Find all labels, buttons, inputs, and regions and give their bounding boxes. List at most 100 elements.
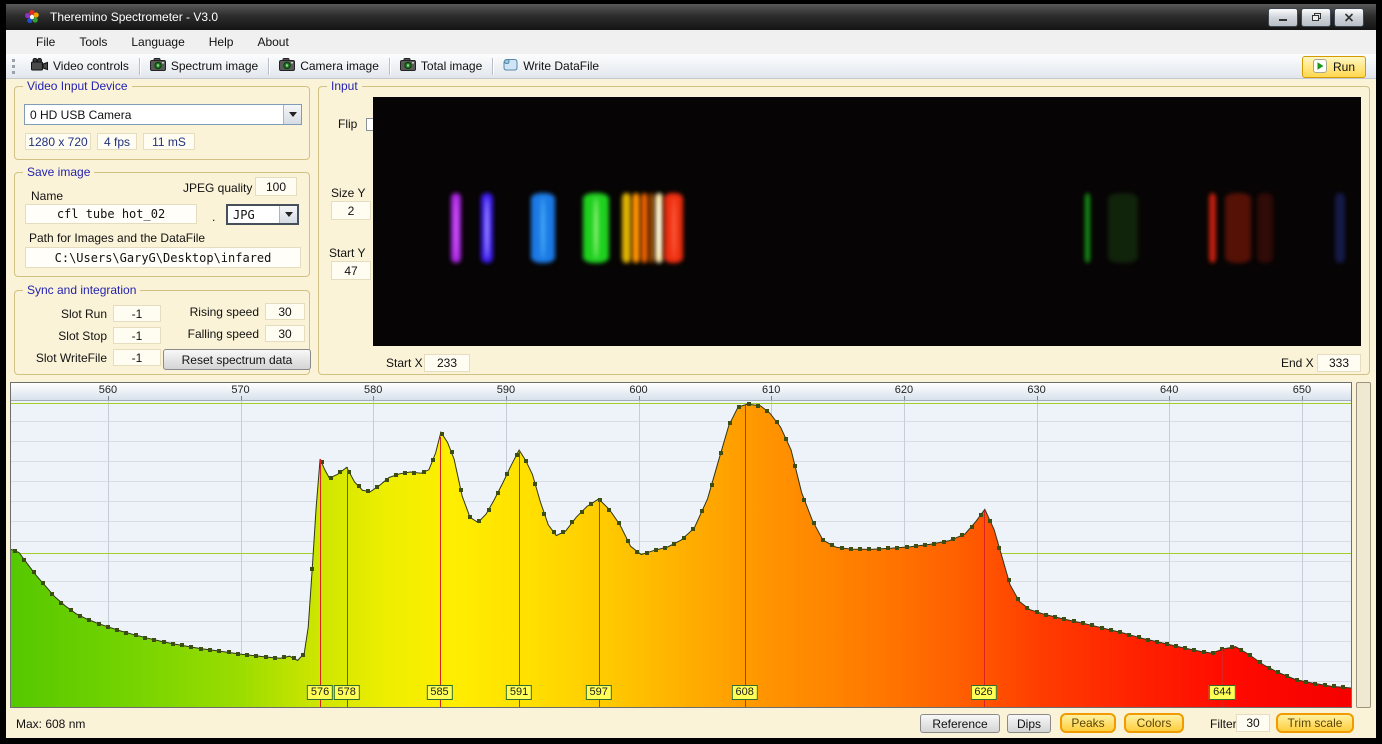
data-point-marker <box>524 459 528 463</box>
run-button[interactable]: Run <box>1302 56 1366 78</box>
menu-help[interactable]: Help <box>197 30 246 54</box>
data-point-marker <box>468 515 472 519</box>
chart-scrollbar[interactable] <box>1356 382 1371 708</box>
data-point-marker <box>282 655 286 659</box>
video-input-group-title: Video Input Device <box>23 79 132 93</box>
data-point-marker <box>162 640 166 644</box>
data-point-marker <box>775 420 779 424</box>
data-point-marker <box>422 470 426 474</box>
video-device-select[interactable]: 0 HD USB Camera <box>24 104 302 125</box>
axis-tick <box>1037 396 1038 400</box>
data-point-marker <box>505 472 509 476</box>
chart-plot[interactable]: 576578585591597608626644 <box>11 401 1351 707</box>
reference-button[interactable]: Reference <box>920 714 1000 733</box>
slot-writefile-field[interactable]: -1 <box>113 349 161 366</box>
data-point-marker <box>1137 635 1141 639</box>
chevron-down-icon[interactable] <box>279 206 297 223</box>
total-image-button[interactable]: Total image <box>392 55 490 78</box>
spectral-band <box>1085 193 1090 263</box>
data-point-marker <box>487 508 491 512</box>
spectrum-image-button[interactable]: Spectrum image <box>142 55 266 78</box>
data-point-marker <box>180 643 184 647</box>
restore-button[interactable] <box>1301 8 1331 27</box>
axis-tick-label: 650 <box>1293 384 1311 396</box>
filename-field[interactable]: cfl tube hot_02 <box>25 204 197 224</box>
menu-bar: File Tools Language Help About <box>6 30 1376 54</box>
axis-tick-label: 560 <box>99 384 117 396</box>
slot-stop-field[interactable]: -1 <box>113 327 161 344</box>
data-point-marker <box>1313 682 1317 686</box>
rising-speed-label: Rising speed <box>165 305 259 319</box>
colors-button[interactable]: Colors <box>1124 713 1184 733</box>
reset-spectrum-button[interactable]: Reset spectrum data <box>163 349 311 370</box>
toolbar-label: Spectrum image <box>171 59 258 73</box>
format-value: JPG <box>228 208 255 222</box>
jpeg-quality-field[interactable]: 100 <box>255 177 297 196</box>
data-point-marker <box>895 546 899 550</box>
start-y-field[interactable]: 47 <box>331 261 371 280</box>
data-point-marker <box>1127 633 1131 637</box>
data-point-marker <box>50 592 54 596</box>
data-point-marker <box>923 543 927 547</box>
video-device-value: 0 HD USB Camera <box>25 108 131 122</box>
camera-image[interactable] <box>373 97 1361 346</box>
path-label: Path for Images and the DataFile <box>29 231 205 245</box>
size-y-field[interactable]: 2 <box>331 201 371 220</box>
data-point-marker <box>970 525 974 529</box>
rising-speed-field[interactable]: 30 <box>265 303 305 320</box>
spectral-band <box>481 193 493 263</box>
dips-button[interactable]: Dips <box>1007 714 1051 733</box>
data-point-marker <box>580 510 584 514</box>
close-button[interactable] <box>1334 8 1364 27</box>
spectral-band <box>655 193 663 263</box>
menu-file[interactable]: File <box>24 30 67 54</box>
end-x-field[interactable]: 333 <box>1317 354 1361 372</box>
data-point-marker <box>905 545 909 549</box>
falling-speed-field[interactable]: 30 <box>265 325 305 342</box>
spectral-band-core <box>486 197 489 259</box>
camera-image-button[interactable]: Camera image <box>271 55 387 78</box>
data-point-marker <box>32 570 36 574</box>
data-point-marker <box>1081 621 1085 625</box>
write-datafile-button[interactable]: Write DataFile <box>495 55 607 78</box>
spectral-band <box>641 193 648 263</box>
toolbar-label: Camera image <box>300 59 379 73</box>
axis-tick <box>506 396 507 400</box>
spectral-band-core <box>672 197 675 259</box>
data-point-marker <box>1035 610 1039 614</box>
falling-speed-label: Falling speed <box>165 327 259 341</box>
data-point-marker <box>802 498 806 502</box>
data-point-marker <box>663 546 667 550</box>
trim-scale-button[interactable]: Trim scale <box>1276 713 1354 733</box>
data-point-marker <box>672 542 676 546</box>
peaks-button[interactable]: Peaks <box>1060 713 1116 733</box>
save-image-group: Save image JPEG quality 100 Name cfl tub… <box>14 172 310 277</box>
axis-tick <box>904 396 905 400</box>
filter-label: Filter <box>1210 717 1237 731</box>
spectral-band <box>622 193 631 263</box>
slot-run-field[interactable]: -1 <box>113 305 161 322</box>
filter-field[interactable]: 30 <box>1236 714 1270 732</box>
start-x-field[interactable]: 233 <box>424 354 470 372</box>
data-point-marker <box>784 437 788 441</box>
menu-tools[interactable]: Tools <box>67 30 119 54</box>
menu-about[interactable]: About <box>245 30 300 54</box>
data-point-marker <box>533 482 537 486</box>
minimize-button[interactable] <box>1268 8 1298 27</box>
data-point-marker <box>960 533 964 537</box>
path-field[interactable]: C:\Users\GaryG\Desktop\infared <box>25 247 301 268</box>
data-point-marker <box>914 544 918 548</box>
data-point-marker <box>617 521 621 525</box>
video-controls-button[interactable]: Video controls <box>23 55 137 78</box>
spectral-band <box>632 193 640 263</box>
axis-tick-label: 640 <box>1160 384 1178 396</box>
menu-language[interactable]: Language <box>119 30 196 54</box>
chevron-down-icon[interactable] <box>283 105 301 124</box>
app-logo-icon <box>24 9 40 25</box>
data-point-marker <box>765 409 769 413</box>
data-point-marker <box>886 546 890 550</box>
format-select[interactable]: JPG <box>226 204 299 225</box>
data-point-marker <box>1192 648 1196 652</box>
data-point-marker <box>1146 638 1150 642</box>
data-point-marker <box>988 519 992 523</box>
